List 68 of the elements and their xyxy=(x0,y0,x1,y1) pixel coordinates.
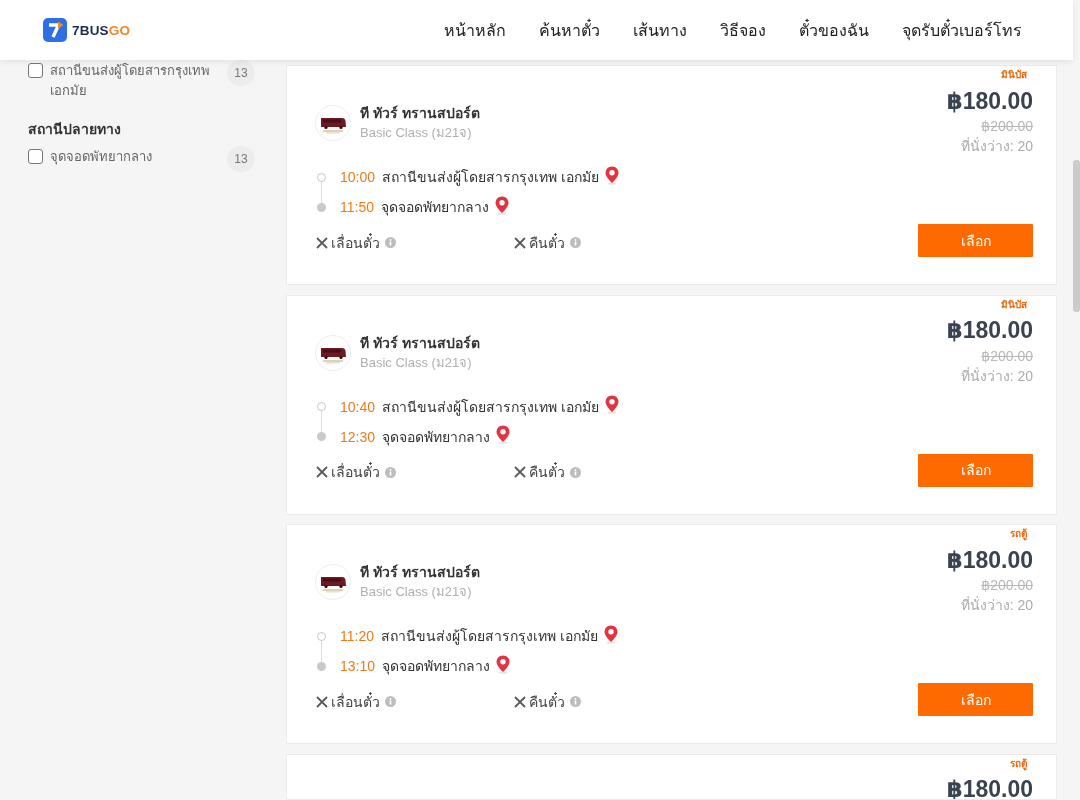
scrollbar-thumb[interactable] xyxy=(1073,160,1080,312)
stop-name: สถานีขนส่งผู้โดยสารกรุงเทพ เอกมัย xyxy=(381,627,598,647)
checkbox[interactable] xyxy=(28,63,43,78)
stop-time: 10:40 xyxy=(340,398,376,415)
logo-icon[interactable] xyxy=(43,18,67,42)
seats-available: ที่นั่งว่าง: 20 xyxy=(960,366,1033,386)
stop-name: สถานีขนส่งผู้โดยสารกรุงเทพ เอกมัย xyxy=(382,397,599,418)
policy-label: คืนตั๋ว xyxy=(529,461,565,482)
map-pin-icon[interactable] xyxy=(496,654,511,674)
original-price: ฿200.00 xyxy=(981,576,1033,595)
price: ฿180.00 xyxy=(946,548,1033,572)
nav-link[interactable]: ค้นหาตั๋ว xyxy=(539,17,600,43)
timeline-dot-icon xyxy=(317,172,326,182)
map-pin-icon[interactable] xyxy=(496,425,511,444)
map-pin-icon[interactable] xyxy=(604,395,619,414)
timeline-dot-icon xyxy=(317,202,326,212)
seats-available: ที่นั่งว่าง: 20 xyxy=(960,136,1033,156)
vehicle-type-label: มินิบัส xyxy=(1001,69,1027,81)
nav-link[interactable]: หน้าหลัก xyxy=(444,17,506,43)
stop-time: 10:00 xyxy=(340,169,376,185)
count-badge: 13 xyxy=(227,60,255,86)
original-price: ฿200.00 xyxy=(981,346,1033,366)
timeline-dot-icon xyxy=(317,661,326,671)
nav-link[interactable]: ตั๋วของฉัน xyxy=(799,17,869,43)
filter-option-label[interactable]: จุดจอดพัทยากลาง xyxy=(50,147,220,167)
vehicle-type-label: รถตู้ xyxy=(1010,757,1027,770)
seats-available: ที่นั่งว่าง: 20 xyxy=(960,595,1033,615)
map-pin-icon[interactable] xyxy=(495,195,509,215)
filter-heading: สถานีปลายทาง xyxy=(28,120,122,139)
stop-name: สถานีขนส่งผู้โดยสารกรุงเทพ เอกมัย xyxy=(382,168,599,188)
policy-label: คืนตั๋ว xyxy=(529,691,565,712)
stop-time: 11:50 xyxy=(340,199,374,215)
vehicle-type-label: รถตู้ xyxy=(1010,528,1027,540)
bus-class: Basic Class (ม21จ) xyxy=(360,124,473,142)
price: ฿180.00 xyxy=(946,319,1033,342)
timeline-dot-icon xyxy=(317,402,326,411)
policy-label: เลื่อนตั๋ว xyxy=(331,461,380,482)
bus-logo-icon xyxy=(315,564,351,600)
brand-name[interactable]: 7BUSGO xyxy=(72,22,131,38)
bus-class: Basic Class (ม21จ) xyxy=(360,353,473,372)
operator-name: ที ทัวร์ ทรานสปอร์ต xyxy=(360,104,480,123)
timeline-dot-icon xyxy=(317,432,326,441)
stop-name: จุดจอดพัทยากลาง xyxy=(382,427,491,448)
operator-name: ที ทัวร์ ทรานสปอร์ต xyxy=(360,563,480,582)
map-pin-icon[interactable] xyxy=(603,624,618,644)
count-badge: 13 xyxy=(227,146,255,172)
policy-label: เลื่อนตั๋ว xyxy=(331,232,380,253)
stop-name: จุดจอดพัทยากลาง xyxy=(381,198,489,218)
stop-name: จุดจอดพัทยากลาง xyxy=(382,657,491,677)
bus-logo-icon xyxy=(315,105,351,141)
stop-time: 12:30 xyxy=(340,428,376,445)
filter-option-label[interactable]: สถานีขนส่งผู้โดยสารกรุงเทพ เอกมัย xyxy=(50,61,220,101)
nav-link[interactable]: จุดรับตั๋วเบอร์โทร xyxy=(902,17,1022,43)
checkbox[interactable] xyxy=(28,149,43,164)
nav-link[interactable]: เส้นทาง xyxy=(633,17,687,43)
price: ฿180.00 xyxy=(946,89,1033,113)
map-pin-icon[interactable] xyxy=(604,165,619,185)
vehicle-type-label: มินิบัส xyxy=(1001,298,1027,311)
stop-time: 11:20 xyxy=(340,628,374,644)
operator-name: ที ทัวร์ ทรานสปอร์ต xyxy=(360,333,480,353)
policy-label: คืนตั๋ว xyxy=(529,232,565,253)
bus-logo-icon xyxy=(315,334,351,371)
timeline-dot-icon xyxy=(317,631,326,641)
policy-label: เลื่อนตั๋ว xyxy=(331,691,380,712)
bus-class: Basic Class (ม21จ) xyxy=(360,583,473,601)
stop-time: 13:10 xyxy=(340,658,376,674)
original-price: ฿200.00 xyxy=(981,117,1033,136)
nav-link[interactable]: วิธีจอง xyxy=(720,17,766,43)
